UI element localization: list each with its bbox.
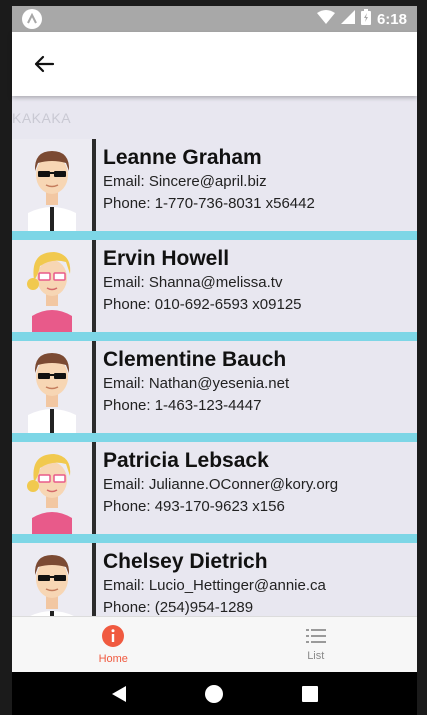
- nav-tab-home[interactable]: Home: [12, 617, 215, 672]
- contact-name: Ervin Howell: [103, 247, 230, 270]
- nav-tab-list[interactable]: List: [215, 617, 418, 672]
- contact-list-screen[interactable]: KAKAKA Leanne Graham Email: Sincere@apri…: [12, 96, 417, 616]
- battery-icon: [360, 8, 371, 30]
- card-separator: [12, 332, 417, 341]
- app-notification-icon: [22, 9, 42, 29]
- male-avatar-icon: [12, 139, 92, 231]
- contact-email: Email: Julianne.OConner@kory.org: [103, 476, 339, 493]
- status-bar: 6:18: [12, 6, 417, 32]
- contact-phone: Phone: 493-170-9623 x156: [103, 498, 285, 515]
- info-icon: [102, 625, 125, 647]
- system-back-button[interactable]: [110, 684, 128, 704]
- status-time: 6:18: [376, 10, 407, 28]
- contact-card[interactable]: Ervin Howell Email: Shanna@melissa.tv Ph…: [12, 240, 417, 332]
- system-recents-button[interactable]: [301, 685, 319, 703]
- male-avatar-icon: [12, 341, 92, 433]
- app-bar: [12, 32, 417, 96]
- contact-phone: Phone: 010-692-6593 x09125: [103, 296, 302, 313]
- contact-name: Patricia Lebsack: [103, 449, 269, 472]
- male-avatar-icon: [12, 543, 92, 616]
- bottom-navigation: Home List: [12, 616, 417, 672]
- contact-card[interactable]: Clementine Bauch Email: Nathan@yesenia.n…: [12, 341, 417, 433]
- contact-email: Email: Lucio_Hettinger@annie.ca: [103, 577, 326, 594]
- device-frame: 6:18 KAKAKA Leanne Graham Email: Sincere…: [0, 0, 427, 715]
- contact-card[interactable]: Leanne Graham Email: Sincere@april.biz P…: [12, 139, 417, 231]
- contact-phone: Phone: 1-770-736-8031 x56442: [103, 195, 315, 212]
- wifi-icon: [316, 9, 335, 29]
- female-avatar-icon: [12, 240, 92, 332]
- contact-name: Chelsey Dietrich: [103, 550, 268, 573]
- system-navigation-bar: [12, 672, 417, 715]
- contact-phone: Phone: (254)954-1289: [103, 599, 254, 616]
- list-icon: [305, 629, 326, 643]
- contact-name: Clementine Bauch: [103, 348, 287, 371]
- section-label: KAKAKA: [12, 110, 72, 126]
- contact-email: Email: Nathan@yesenia.net: [103, 375, 290, 392]
- contact-name: Leanne Graham: [103, 146, 262, 169]
- contact-card[interactable]: Chelsey Dietrich Email: Lucio_Hettinger@…: [12, 543, 417, 616]
- system-home-button[interactable]: [204, 684, 224, 704]
- female-avatar-icon: [12, 442, 92, 534]
- contact-email: Email: Sincere@april.biz: [103, 173, 267, 190]
- card-separator: [12, 433, 417, 442]
- contact-list[interactable]: Leanne Graham Email: Sincere@april.biz P…: [12, 139, 417, 616]
- triangle-back-icon: [112, 685, 127, 702]
- card-separator: [12, 231, 417, 240]
- signal-icon: [340, 9, 355, 29]
- contact-email: Email: Shanna@melissa.tv: [103, 274, 283, 291]
- square-recents-icon: [301, 685, 318, 702]
- circle-home-icon: [205, 684, 224, 703]
- contact-card[interactable]: Patricia Lebsack Email: Julianne.OConner…: [12, 442, 417, 534]
- nav-label-home: Home: [98, 653, 128, 665]
- card-separator: [12, 534, 417, 543]
- contact-phone: Phone: 1-463-123-4447: [103, 397, 262, 414]
- arrow-left-icon: [34, 55, 55, 73]
- back-button[interactable]: [30, 50, 58, 78]
- nav-label-list: List: [307, 650, 325, 662]
